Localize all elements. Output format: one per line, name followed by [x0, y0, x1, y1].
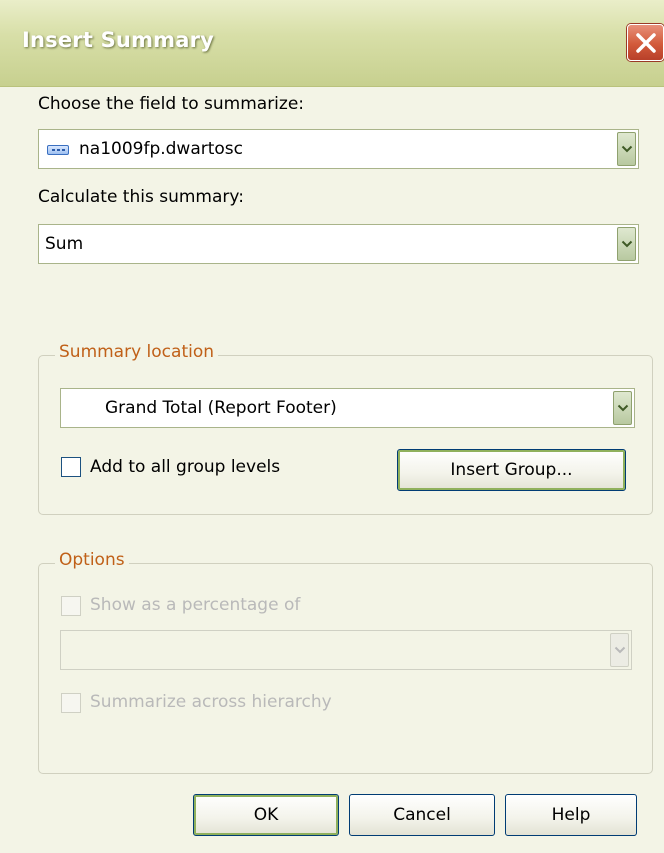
database-field-icon — [47, 145, 69, 155]
chevron-down-icon — [621, 240, 632, 248]
summarize-hierarchy-label: Summarize across hierarchy — [90, 692, 332, 712]
dialog-body: Choose the field to summarize: na1009fp.… — [0, 87, 664, 853]
field-dropdown-button[interactable] — [617, 132, 636, 166]
chevron-down-icon — [617, 404, 628, 412]
location-dropdown-button[interactable] — [613, 391, 632, 425]
show-percentage-checkbox[interactable] — [61, 596, 81, 616]
summary-location-group: Summary location — [38, 342, 653, 515]
help-button[interactable]: Help — [505, 794, 637, 836]
chevron-down-icon — [621, 145, 632, 153]
summarize-hierarchy-checkbox[interactable] — [61, 693, 81, 713]
chevron-down-icon — [614, 646, 625, 654]
title-bar[interactable]: Insert Summary — [0, 0, 664, 87]
insert-group-button[interactable]: Insert Group... — [397, 449, 626, 491]
options-legend: Options — [55, 550, 129, 570]
show-percentage-label: Show as a percentage of — [90, 595, 301, 615]
location-select-value: Grand Total (Report Footer) — [105, 398, 337, 418]
close-icon — [636, 33, 656, 53]
summary-dropdown-button[interactable] — [617, 227, 636, 261]
summary-location-legend: Summary location — [55, 342, 219, 362]
percentage-of-select[interactable] — [60, 630, 632, 670]
field-select[interactable]: na1009fp.dwartosc — [38, 129, 639, 169]
summary-label: Calculate this summary: — [38, 187, 244, 207]
summary-select[interactable]: Sum — [38, 224, 639, 264]
add-all-levels-checkbox[interactable] — [61, 457, 81, 477]
window-title: Insert Summary — [22, 28, 215, 52]
field-label: Choose the field to summarize: — [38, 94, 305, 114]
summary-select-value: Sum — [45, 234, 84, 254]
field-select-value: na1009fp.dwartosc — [79, 139, 244, 159]
add-all-levels-label[interactable]: Add to all group levels — [90, 457, 280, 477]
ok-button[interactable]: OK — [193, 794, 339, 836]
percentage-dropdown-button[interactable] — [610, 633, 629, 667]
close-button[interactable] — [627, 24, 664, 61]
insert-summary-dialog: Insert Summary Choose the field to summa… — [0, 0, 664, 853]
cancel-button[interactable]: Cancel — [349, 794, 495, 836]
location-select[interactable]: Grand Total (Report Footer) — [60, 388, 635, 428]
